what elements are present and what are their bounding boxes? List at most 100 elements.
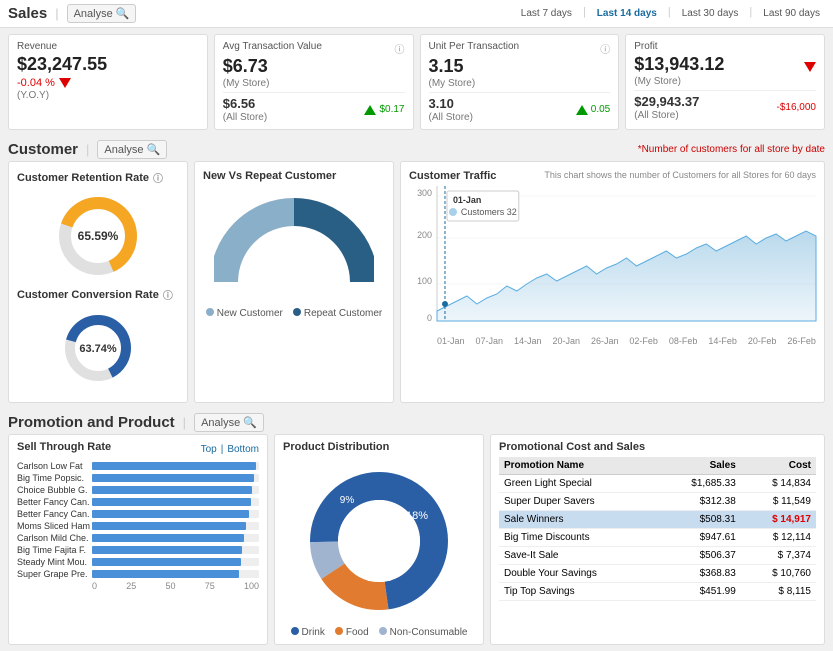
- kpi-profit: Profit $13,943.12 (My Store) $29,943.37 …: [625, 34, 825, 130]
- traffic-header: Customer Traffic This chart shows the nu…: [409, 170, 816, 186]
- customer-note: *Number of customers for all store by da…: [638, 144, 825, 155]
- repeat-customer-dot: [293, 308, 301, 316]
- revenue-sub: (Y.O.Y): [17, 90, 199, 101]
- promo-section-header: Promotion and Product | Analyse 🔍: [0, 409, 833, 434]
- promo-sales: $368.83: [657, 565, 741, 583]
- customer-section-header: Customer | Analyse 🔍 *Number of customer…: [0, 136, 833, 161]
- date-filters: Last 7 days | Last 14 days | Last 30 day…: [516, 6, 825, 21]
- bar-label: Big Time Popsic.: [17, 473, 92, 483]
- bottom-label[interactable]: Bottom: [227, 444, 259, 455]
- bar-row: Big Time Fajita F.: [17, 545, 259, 555]
- customer-analyse-label: Analyse: [104, 144, 143, 156]
- new-customer-dot: [206, 308, 214, 316]
- promo-sales: $451.99: [657, 583, 741, 601]
- date-30d[interactable]: Last 30 days: [677, 6, 744, 21]
- promo-table: Promotion Name Sales Cost Green Light Sp…: [499, 457, 816, 601]
- promo-sales: $312.38: [657, 493, 741, 511]
- bar-inner: [92, 510, 249, 518]
- promo-sales: $508.31: [657, 511, 741, 529]
- promo-analyse-label: Analyse: [201, 417, 240, 429]
- date-7d[interactable]: Last 7 days: [516, 6, 577, 21]
- profit-label: Profit: [634, 41, 657, 52]
- bar-row: Carlson Mild Che.: [17, 533, 259, 543]
- kpi-revenue: Revenue $23,247.55 -0.04 % (Y.O.Y): [8, 34, 208, 130]
- promo-name: Super Duper Savers: [499, 493, 657, 511]
- customer-title: Customer: [8, 141, 78, 158]
- top-bottom-toggle[interactable]: Top | Bottom: [201, 444, 259, 455]
- promo-analyse-button[interactable]: Analyse 🔍: [194, 413, 264, 432]
- promo-cost: $ 8,115: [741, 583, 816, 601]
- avg-all-value: $6.56: [223, 96, 267, 111]
- avg-diff: $0.17: [379, 104, 404, 115]
- info-icon-2[interactable]: ⓘ: [600, 41, 610, 56]
- promo-cost: $ 14,917: [741, 511, 816, 529]
- bar-row: Super Grape Pre.: [17, 569, 259, 579]
- top-label[interactable]: Top: [201, 444, 217, 455]
- conversion-value: 63.74%: [79, 343, 117, 355]
- info-icon-4[interactable]: ⓘ: [163, 287, 173, 302]
- unit-all-label: (All Store): [429, 112, 473, 123]
- bar-inner: [92, 570, 239, 578]
- x-axis-labels: 01-Jan 07-Jan 14-Jan 20-Jan 26-Jan 02-Fe…: [437, 336, 816, 346]
- svg-text:200: 200: [417, 230, 432, 240]
- table-row: Big Time Discounts $947.61 $ 12,114: [499, 529, 816, 547]
- svg-text:49%: 49%: [253, 252, 279, 267]
- profit-all-value: $29,943.37: [634, 94, 699, 109]
- bar-inner: [92, 534, 244, 542]
- food-dot: [335, 627, 343, 635]
- bar-outer: [92, 534, 259, 542]
- table-row: Super Duper Savers $312.38 $ 11,549: [499, 493, 816, 511]
- date-90d[interactable]: Last 90 days: [758, 6, 825, 21]
- promo-title: Promotion and Product: [8, 414, 175, 431]
- unit-sub: (My Store): [429, 78, 611, 89]
- sales-analyse-button[interactable]: Analyse 🔍: [67, 4, 137, 23]
- sales-title: Sales: [8, 5, 47, 22]
- promo-cost: $ 12,114: [741, 529, 816, 547]
- bar-outer: [92, 462, 259, 470]
- divider: |: [55, 6, 58, 21]
- svg-text:01-Jan: 01-Jan: [453, 195, 481, 205]
- profit-all-row: $29,943.37 (All Store) -$16,000: [634, 90, 816, 121]
- retention-title: Customer Retention Rate ⓘ: [17, 170, 179, 185]
- svg-text:0: 0: [427, 313, 432, 323]
- promo-cost: $ 14,834: [741, 475, 816, 493]
- promo-name: Sale Winners: [499, 511, 657, 529]
- new-repeat-title: New Vs Repeat Customer: [203, 170, 385, 182]
- svg-text:18%: 18%: [406, 510, 428, 522]
- top-header: Sales | Analyse 🔍 Last 7 days | Last 14 …: [0, 0, 833, 28]
- bar-row: Carlson Low Fat: [17, 461, 259, 471]
- new-repeat-legend: New Customer Repeat Customer: [203, 308, 385, 319]
- product-donut-container: 73% 18% 9%: [283, 461, 475, 621]
- bar-label: Better Fancy Can.: [17, 509, 92, 519]
- bar-outer: [92, 498, 259, 506]
- avg-value: $6.73: [223, 56, 405, 77]
- customer-analyse-button[interactable]: Analyse 🔍: [97, 140, 167, 159]
- table-row: Green Light Special $1,685.33 $ 14,834: [499, 475, 816, 493]
- search-icon-3: 🔍: [243, 416, 257, 429]
- kpi-row: Revenue $23,247.55 -0.04 % (Y.O.Y) Avg T…: [8, 34, 825, 130]
- bar-label: Better Fancy Can.: [17, 497, 92, 507]
- divider3: |: [183, 415, 186, 430]
- sell-header: Sell Through Rate Top | Bottom: [17, 441, 259, 457]
- info-icon[interactable]: ⓘ: [395, 41, 405, 56]
- kpi-unit-transaction: Unit Per Transaction ⓘ 3.15 (My Store) 3…: [420, 34, 620, 130]
- date-14d[interactable]: Last 14 days: [592, 6, 662, 21]
- col-name: Promotion Name: [499, 457, 657, 475]
- conversion-donut: 63.74%: [17, 308, 179, 388]
- bar-row: Choice Bubble G.: [17, 485, 259, 495]
- non-dot: [379, 627, 387, 635]
- col-sales: Sales: [657, 457, 741, 475]
- unit-all-row: 3.10 (All Store) 0.05: [429, 92, 611, 123]
- avg-all-label: (All Store): [223, 112, 267, 123]
- bar-label: Big Time Fajita F.: [17, 545, 92, 555]
- bar-inner: [92, 474, 254, 482]
- promo-cost: $ 7,374: [741, 547, 816, 565]
- bar-outer: [92, 570, 259, 578]
- bar-label: Moms Sliced Ham: [17, 521, 92, 531]
- promo-name: Green Light Special: [499, 475, 657, 493]
- info-icon-3[interactable]: ⓘ: [153, 170, 163, 185]
- profit-all-label: (All Store): [634, 110, 699, 121]
- bar-inner: [92, 522, 246, 530]
- bar-row: Better Fancy Can.: [17, 497, 259, 507]
- promo-cost: $ 10,760: [741, 565, 816, 583]
